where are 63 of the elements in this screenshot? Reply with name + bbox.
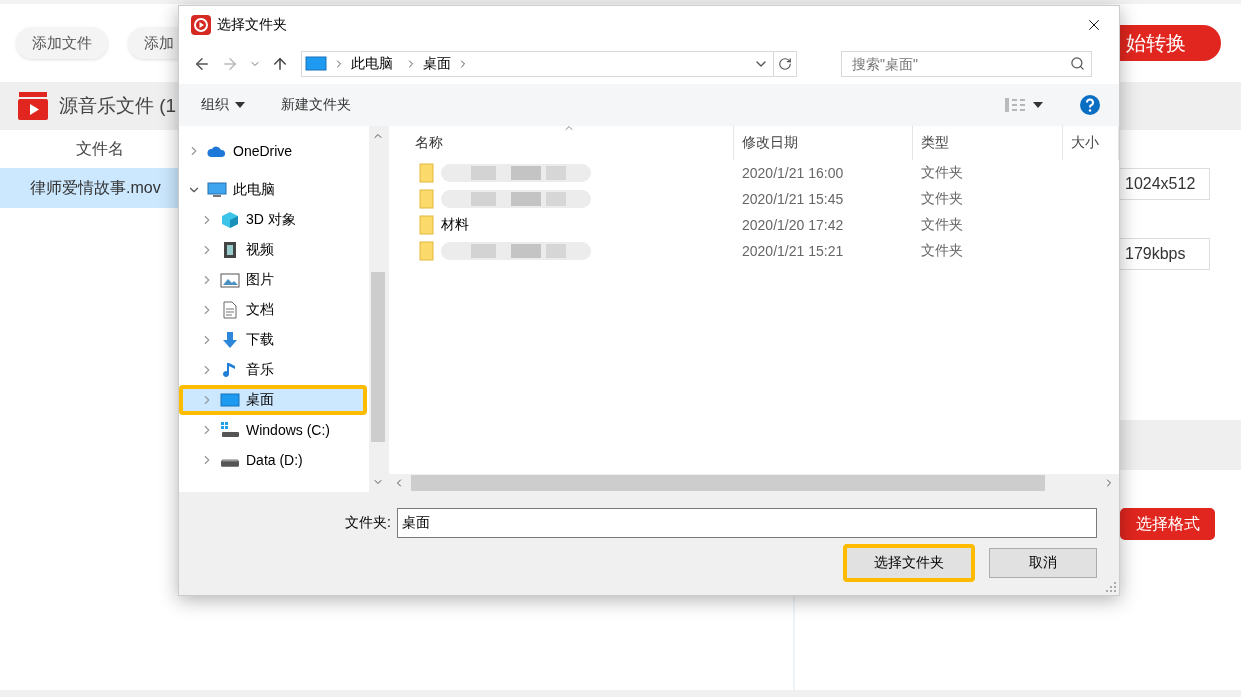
organize-button[interactable]: 组织: [201, 96, 245, 114]
drive-icon: [220, 458, 240, 468]
nav-item[interactable]: OneDrive: [179, 136, 367, 166]
caret-icon: [235, 102, 245, 108]
help-icon[interactable]: [1079, 94, 1101, 116]
type-cell-text: 文件夹: [920, 215, 964, 234]
nav-item[interactable]: 视频: [179, 235, 367, 265]
type-cell-text: 文件夹: [920, 163, 964, 182]
nav-item[interactable]: Windows (C:): [179, 415, 367, 445]
drive-icon: [220, 421, 240, 439]
arrow-right-icon: [221, 55, 239, 73]
computer-icon: [207, 181, 227, 199]
cube-icon: [220, 211, 240, 229]
column-header[interactable]: 修改日期: [734, 126, 913, 160]
folder-icon: [419, 163, 435, 183]
search-icon: [1070, 56, 1085, 71]
date-cell-text: 2020/1/21 15:45: [741, 190, 845, 209]
panel-title: 源音乐文件 (1: [59, 94, 177, 118]
column-header[interactable]: 名称: [389, 126, 734, 160]
type-cell-text: 文件夹: [920, 189, 964, 208]
scrollbar[interactable]: [369, 126, 387, 492]
nav-item[interactable]: 桌面: [179, 385, 367, 415]
folder-input[interactable]: 桌面: [397, 508, 1097, 538]
search-field[interactable]: 搜索"桌面": [841, 51, 1092, 77]
nav-item[interactable]: 文档: [179, 295, 367, 325]
nav-item[interactable]: 图片: [179, 265, 367, 295]
date-cell-text: 2020/1/21 16:00: [741, 164, 845, 183]
column-header[interactable]: 类型: [913, 126, 1063, 160]
view-options-icon[interactable]: [1005, 98, 1043, 112]
download-icon: [220, 331, 240, 349]
format-button[interactable]: 选择格式: [1120, 508, 1215, 540]
cancel-button[interactable]: 取消: [989, 548, 1097, 578]
nav-item[interactable]: 音乐: [179, 355, 367, 385]
image-icon: [220, 271, 240, 289]
column-header: 文件名: [76, 138, 124, 159]
new-folder-button[interactable]: 新建文件夹: [281, 96, 351, 114]
address-bar[interactable]: 此电脑 桌面: [301, 51, 797, 77]
folder-label: 文件夹:: [345, 514, 391, 532]
folder-icon: [419, 189, 435, 209]
type-cell-text: 文件夹: [920, 241, 964, 260]
date-cell-text: 2020/1/20 17:42: [741, 216, 845, 235]
folder-icon: [419, 215, 435, 235]
folder-icon: [419, 241, 435, 261]
column-header[interactable]: 大小: [1063, 126, 1119, 160]
date-cell-text: 2020/1/21 15:21: [741, 242, 845, 261]
nav-item[interactable]: 此电脑: [179, 175, 367, 205]
document-icon: [220, 301, 240, 319]
resize-grip-icon[interactable]: [1106, 582, 1116, 592]
add-button[interactable]: 添加文件: [16, 27, 108, 59]
app-icon: [191, 15, 211, 35]
clapperboard-icon: [17, 91, 49, 121]
monitor-icon: [305, 56, 327, 72]
nav-item[interactable]: 下载: [179, 325, 367, 355]
breadcrumb-item[interactable]: 此电脑: [351, 55, 393, 73]
breadcrumb-item[interactable]: 桌面: [423, 55, 451, 73]
select-folder-button[interactable]: 选择文件夹: [843, 544, 975, 582]
refresh-icon[interactable]: [778, 57, 792, 71]
file-name[interactable]: 材料: [389, 212, 734, 238]
monitor-icon: [220, 391, 240, 409]
dialog-title: 选择文件夹: [217, 16, 287, 34]
scrollbar[interactable]: [389, 474, 1119, 492]
nav-item[interactable]: 3D 对象: [179, 205, 367, 235]
nav-item[interactable]: Data (D:): [179, 445, 367, 475]
